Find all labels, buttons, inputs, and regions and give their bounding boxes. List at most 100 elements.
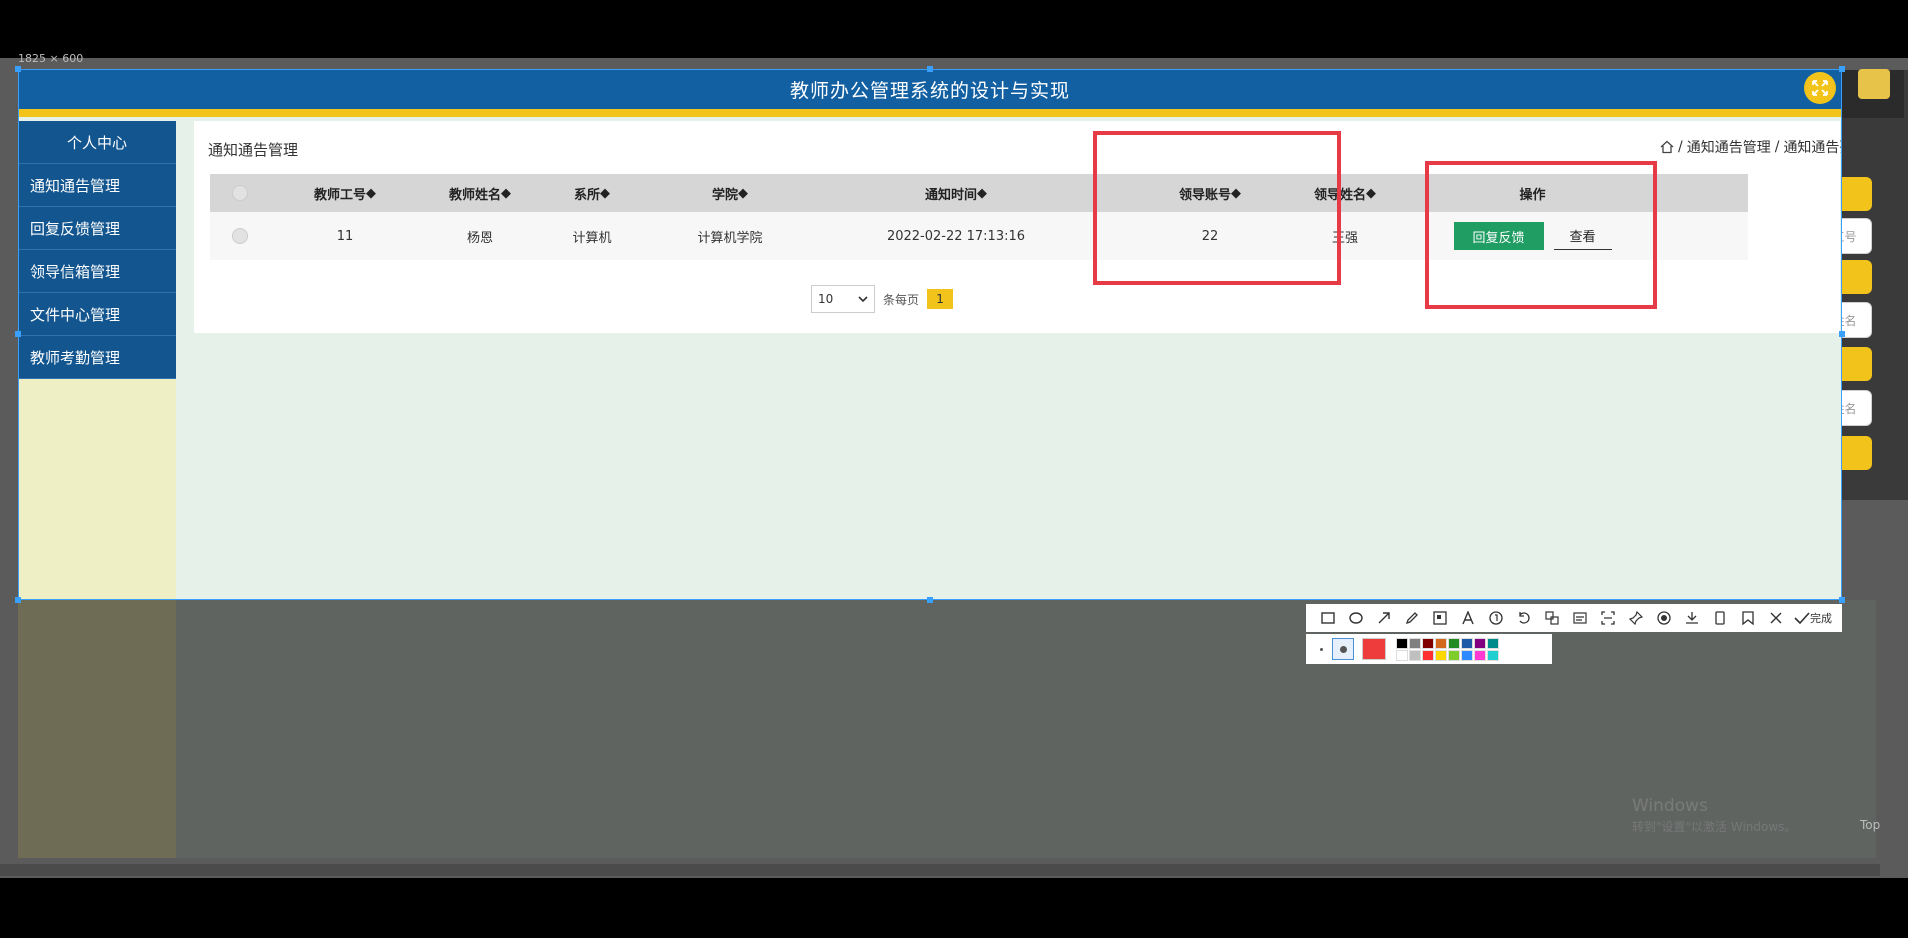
color-swatch[interactable] xyxy=(1448,637,1460,649)
header-accent-bar xyxy=(18,109,1842,117)
cell-college: 计算机学院 xyxy=(697,230,763,246)
color-swatch[interactable] xyxy=(1461,649,1473,661)
color-swatch[interactable] xyxy=(1474,649,1486,661)
save-device-tool[interactable] xyxy=(1706,604,1734,632)
sidebar-item-personal-center[interactable]: 个人中心 xyxy=(18,121,176,164)
color-swatch[interactable] xyxy=(1422,637,1434,649)
ocr-tool[interactable] xyxy=(1566,604,1594,632)
line-width-medium[interactable] xyxy=(1332,638,1354,660)
page-size-select[interactable]: 10 xyxy=(811,285,875,313)
sidebar-item-replies[interactable]: 回复反馈管理 xyxy=(18,207,176,250)
sidebar: 个人中心 通知通告管理 回复反馈管理 领导信箱管理 文件中心管理 教师考勤管理 xyxy=(18,121,176,600)
page-number-current[interactable]: 1 xyxy=(927,289,954,309)
translate-tool[interactable] xyxy=(1538,604,1566,632)
arrow-tool[interactable] xyxy=(1370,604,1398,632)
back-to-top-button[interactable]: Top xyxy=(1860,818,1880,832)
bookmark-icon xyxy=(1742,611,1754,625)
text-icon xyxy=(1462,611,1474,625)
sidebar-item-notices[interactable]: 通知通告管理 xyxy=(18,164,176,207)
breadcrumb-item: 通知通告列表 xyxy=(1783,140,1842,156)
breadcrumb-separator: / xyxy=(1774,139,1780,155)
record-tool[interactable] xyxy=(1650,604,1678,632)
page-size-label: 条每页 xyxy=(883,292,920,307)
cell-notice-time: 2022-02-22 17:13:16 xyxy=(886,228,1026,244)
column-header[interactable]: 通知时间 ◆ xyxy=(836,174,1076,212)
letterbox-top xyxy=(0,0,1908,58)
row-select-cell xyxy=(226,212,254,260)
select-all-checkbox[interactable] xyxy=(232,185,248,201)
line-width-small[interactable] xyxy=(1314,642,1328,656)
column-header[interactable]: 系所 ◆ xyxy=(542,174,642,212)
breadcrumb-item[interactable]: 通知通告管理 xyxy=(1687,137,1771,157)
pin-tool[interactable] xyxy=(1622,604,1650,632)
color-swatch[interactable] xyxy=(1435,649,1447,661)
sidebar-item-leader-mailbox[interactable]: 领导信箱管理 xyxy=(18,250,176,293)
done-button[interactable]: 完成 xyxy=(1794,610,1832,626)
color-swatch[interactable] xyxy=(1474,637,1486,649)
text-tool[interactable] xyxy=(1454,604,1482,632)
color-swatch[interactable] xyxy=(1461,637,1473,649)
windows-activation-title: Windows xyxy=(1632,796,1708,816)
annotation-rectangle[interactable] xyxy=(1425,161,1657,309)
selection-handle[interactable] xyxy=(927,66,933,72)
color-swatch[interactable] xyxy=(1396,649,1408,661)
selection-handle[interactable] xyxy=(15,597,21,603)
color-swatch[interactable] xyxy=(1435,637,1447,649)
annotation-rectangle[interactable] xyxy=(1093,131,1341,285)
scan-icon xyxy=(1601,611,1615,625)
sidebar-item-attendance[interactable]: 教师考勤管理 xyxy=(18,336,176,379)
undo-icon xyxy=(1519,612,1530,624)
color-swatch[interactable] xyxy=(1396,637,1408,649)
color-palette xyxy=(1306,634,1552,664)
selection-handle[interactable] xyxy=(15,331,21,337)
color-swatch-grid xyxy=(1396,637,1499,661)
translate-icon xyxy=(1545,611,1559,625)
breadcrumb: / 通知通告管理 / 通知通告列表 xyxy=(1660,137,1842,157)
rectangle-tool[interactable] xyxy=(1314,604,1342,632)
device-icon xyxy=(1715,611,1725,625)
selection-handle[interactable] xyxy=(15,66,21,72)
horizontal-scrollbar[interactable] xyxy=(0,864,1880,876)
home-icon[interactable] xyxy=(1660,140,1674,154)
bookmark-tool[interactable] xyxy=(1734,604,1762,632)
color-swatch[interactable] xyxy=(1409,649,1421,661)
pen-tool[interactable] xyxy=(1398,604,1426,632)
long-screenshot-tool[interactable] xyxy=(1594,604,1622,632)
numbered-marker-icon xyxy=(1489,611,1503,625)
mosaic-icon xyxy=(1433,611,1447,625)
download-tool[interactable] xyxy=(1678,604,1706,632)
breadcrumb-separator: / xyxy=(1678,139,1683,155)
column-header[interactable]: 教师姓名 ◆ xyxy=(405,174,555,212)
app-title: 教师办公管理系统的设计与实现 xyxy=(789,79,1070,102)
selection-handle[interactable] xyxy=(1839,597,1845,603)
column-header[interactable]: 教师工号 ◆ xyxy=(270,174,420,212)
screenshot-toolbar: 完成 xyxy=(1306,604,1842,632)
undo-tool[interactable] xyxy=(1510,604,1538,632)
selection-handle[interactable] xyxy=(927,597,933,603)
sidebar-item-files[interactable]: 文件中心管理 xyxy=(18,293,176,336)
letterbox-bottom xyxy=(0,878,1908,938)
color-swatch[interactable] xyxy=(1487,649,1499,661)
ellipse-tool[interactable] xyxy=(1342,604,1370,632)
row-checkbox[interactable] xyxy=(232,228,248,244)
avatar[interactable] xyxy=(1858,69,1890,99)
app-window: 教师办公管理系统的设计与实现 个人中心 通知通告管理 回复反馈管理 领导信箱管理… xyxy=(18,69,1842,600)
dimmed-content xyxy=(176,600,1876,858)
color-swatch[interactable] xyxy=(1448,649,1460,661)
fullscreen-button[interactable] xyxy=(1804,72,1836,104)
color-swatch[interactable] xyxy=(1422,649,1434,661)
page-title: 通知通告管理 xyxy=(208,141,299,159)
number-tool[interactable] xyxy=(1482,604,1510,632)
cancel-tool[interactable] xyxy=(1762,604,1790,632)
arrow-icon xyxy=(1378,612,1390,624)
app-header: 教师办公管理系统的设计与实现 xyxy=(18,69,1842,109)
color-swatch[interactable] xyxy=(1487,637,1499,649)
column-header[interactable]: 学院 ◆ xyxy=(650,174,810,212)
selection-handle[interactable] xyxy=(1839,66,1845,72)
color-swatch[interactable] xyxy=(1409,637,1421,649)
pagination: 10 条每页 1 xyxy=(811,285,954,313)
selection-handle[interactable] xyxy=(1839,331,1845,337)
mosaic-tool[interactable] xyxy=(1426,604,1454,632)
circle-icon xyxy=(1349,612,1363,624)
current-color-swatch[interactable] xyxy=(1362,638,1386,660)
